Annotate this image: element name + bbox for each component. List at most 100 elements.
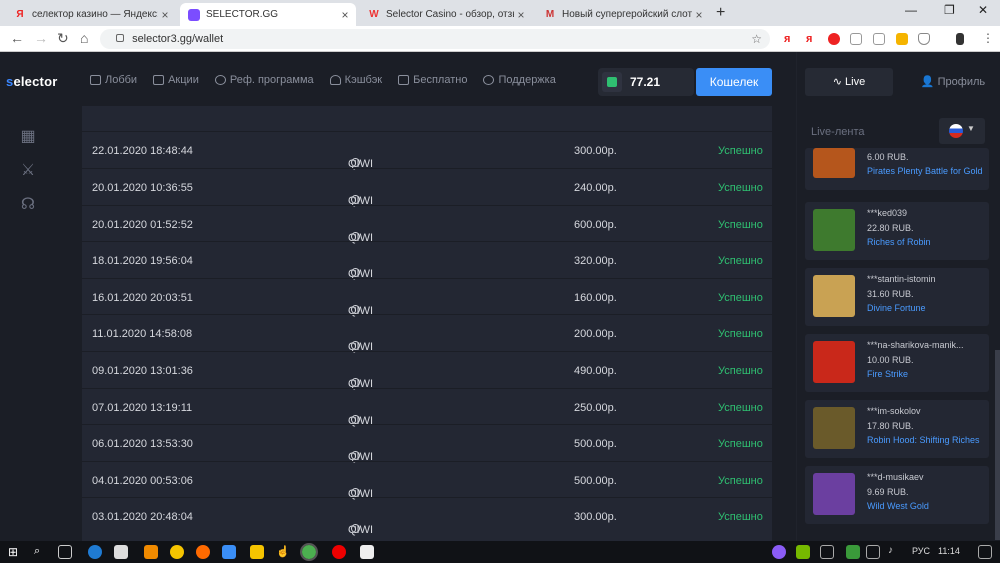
clock[interactable]: 11:14 — [938, 546, 960, 556]
nvidia-icon[interactable] — [796, 545, 810, 559]
feed-game-link[interactable]: Pirates Plenty Battle for Gold — [867, 166, 983, 176]
shield-icon[interactable] — [918, 33, 930, 45]
language-selector[interactable]: ▼ — [939, 118, 985, 144]
address-bar[interactable]: selector3.gg/wallet ☆ — [100, 29, 770, 49]
game-thumbnail[interactable] — [813, 341, 855, 383]
browser-tab-yandex[interactable]: Я селектор казино — Яндекс: нашл × — [6, 3, 176, 26]
battery-icon[interactable] — [820, 545, 834, 559]
transaction-date: 09.01.2020 13:01:36 — [92, 365, 193, 377]
transaction-date: 22.01.2020 18:48:44 — [92, 145, 193, 158]
extension-icon[interactable] — [896, 33, 908, 45]
game-thumbnail[interactable] — [813, 148, 855, 178]
transaction-date: 20.01.2020 10:36:55 — [92, 182, 193, 194]
store-icon[interactable] — [114, 545, 128, 559]
app-icon[interactable] — [170, 545, 184, 559]
feed-game-link[interactable]: Robin Hood: Shifting Riches — [867, 435, 980, 445]
live-feed-item[interactable]: ***stantin-istomin 31.60 RUB. Divine Fortu… — [805, 268, 989, 326]
firefox-icon[interactable] — [196, 545, 210, 559]
game-thumbnail[interactable] — [813, 407, 855, 449]
game-thumbnail[interactable] — [813, 209, 855, 251]
feed-game-link[interactable]: Divine Fortune — [867, 303, 926, 313]
nav-referral[interactable]: Реф. программа — [214, 74, 314, 86]
right-panel: ∿ Live 👤 Профиль Live-лента ▼ 6.00 RUB. P… — [796, 52, 1000, 541]
tray-icon[interactable] — [846, 545, 860, 559]
close-tab-icon[interactable]: × — [514, 8, 528, 22]
search-ext-icon[interactable] — [850, 33, 862, 45]
nav-lobby[interactable]: Лобби — [90, 74, 137, 86]
forward-icon[interactable]: → — [34, 30, 48, 46]
home-icon[interactable]: ⌂ — [80, 30, 88, 46]
live-chart-icon: ∿ — [832, 76, 846, 88]
money-icon — [602, 72, 622, 92]
edge-icon[interactable] — [88, 545, 102, 559]
feed-game-link[interactable]: Fire Strike — [867, 369, 908, 379]
logo[interactable]: selector — [6, 74, 57, 89]
notifications-icon[interactable] — [978, 545, 992, 559]
nav-free[interactable]: Бесплатно — [398, 74, 467, 86]
info-icon[interactable]: i — [351, 414, 360, 424]
tray-icon[interactable] — [772, 545, 786, 559]
headset-icon[interactable]: ☊ — [18, 194, 38, 214]
tab-profile[interactable]: 👤 Профиль — [913, 68, 993, 96]
network-icon[interactable] — [866, 545, 880, 559]
new-tab-button[interactable]: + — [716, 4, 725, 22]
task-view-icon[interactable] — [58, 545, 72, 559]
game-thumbnail[interactable] — [813, 275, 855, 317]
close-tab-icon[interactable]: × — [692, 8, 706, 22]
live-feed-item[interactable]: ***im-sokolov 17.80 RUB. Robin Hood: Shift… — [805, 400, 989, 458]
feed-game-link[interactable]: Riches of Robin — [867, 237, 931, 247]
back-icon[interactable]: ← — [10, 30, 24, 46]
browser-tab-gmail[interactable]: M Новый супергеройский слот! - с × — [536, 3, 710, 26]
balance-display: 77.21 — [598, 68, 694, 96]
swords-icon[interactable]: ⚔ — [18, 160, 38, 180]
info-icon[interactable]: i — [351, 304, 360, 314]
info-icon[interactable]: i — [351, 195, 360, 204]
search-icon[interactable]: ⌕ — [34, 545, 48, 559]
info-icon[interactable]: i — [351, 231, 360, 241]
yandex-ext-icon[interactable]: я — [806, 33, 818, 45]
media-icon[interactable] — [144, 545, 158, 559]
status-badge: Успешно — [718, 365, 763, 377]
close-tab-icon[interactable]: × — [158, 8, 172, 22]
phone-icon[interactable] — [956, 33, 964, 45]
close-tab-icon[interactable]: × — [338, 8, 352, 22]
yandex-ext-icon[interactable]: я — [784, 33, 796, 45]
transaction-date: 04.01.2020 00:53:06 — [92, 474, 193, 487]
volume-icon[interactable]: ♪ — [888, 545, 902, 559]
nav-support[interactable]: Поддержка — [483, 74, 556, 86]
status-badge: Успешно — [718, 438, 763, 451]
close-window-icon[interactable]: ✕ — [978, 3, 988, 17]
lobby-grid-icon[interactable]: ▦ — [18, 126, 38, 146]
wallet-button[interactable]: Кошелек — [696, 68, 772, 96]
tab-live[interactable]: ∿ Live — [805, 68, 893, 96]
folder-icon[interactable] — [250, 545, 264, 559]
extension-icon[interactable] — [828, 33, 840, 45]
live-feed-item[interactable]: ***na-sharikova-manik... 10.00 RUB. Fire S… — [805, 334, 989, 392]
nav-promotions[interactable]: Акции — [153, 74, 199, 86]
bookmark-star-icon[interactable]: ☆ — [751, 29, 762, 49]
menu-icon[interactable]: ⋮ — [982, 31, 994, 45]
minimize-icon[interactable]: — — [905, 3, 917, 17]
status-badge: Успешно — [718, 474, 763, 487]
live-feed-item[interactable]: ***ked039 22.80 RUB. Riches of Robin — [805, 202, 989, 260]
windows-start-icon[interactable]: ⊞ — [8, 545, 22, 559]
live-feed-item[interactable]: ***d-musikaev 9.69 RUB. Wild West Gold — [805, 466, 989, 524]
chrome-icon[interactable] — [300, 543, 318, 561]
scrollbar[interactable] — [995, 350, 1000, 540]
browser-tab-review[interactable]: W Selector Casino - обзор, отзывы × — [360, 3, 532, 26]
live-feed-item[interactable]: 6.00 RUB. Pirates Plenty Battle for Gold — [805, 148, 989, 190]
info-icon[interactable]: i — [351, 487, 360, 497]
browser-tab-selector[interactable]: SELECTOR.GG × — [180, 3, 356, 26]
nav-cashback[interactable]: Кэшбэк — [329, 74, 382, 86]
maximize-icon[interactable]: ❐ — [944, 3, 955, 17]
search-ext-icon[interactable] — [873, 33, 885, 45]
reload-icon[interactable]: ↻ — [57, 30, 69, 47]
feed-game-link[interactable]: Wild West Gold — [867, 501, 929, 511]
game-thumbnail[interactable] — [813, 473, 855, 515]
opera-icon[interactable] — [332, 545, 346, 559]
mail-icon[interactable] — [222, 545, 236, 559]
info-icon[interactable]: i — [351, 378, 360, 387]
language-indicator[interactable]: РУС — [912, 546, 930, 556]
pdf-icon[interactable] — [360, 545, 374, 559]
cursor-icon[interactable]: ☝ — [276, 545, 290, 559]
